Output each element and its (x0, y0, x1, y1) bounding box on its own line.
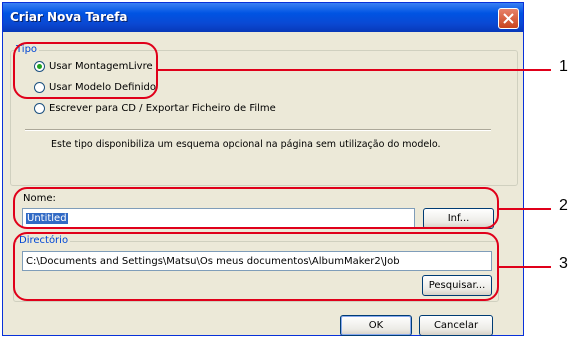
callout-box-3 (13, 232, 499, 301)
separator (25, 129, 491, 131)
ok-button[interactable]: OK (340, 315, 412, 336)
close-icon (503, 13, 514, 24)
callout-number-3: 3 (559, 255, 568, 272)
cancel-button[interactable]: Cancelar (419, 315, 493, 336)
window-title: Criar Nova Tarefa (10, 10, 128, 24)
callout-number-2: 2 (559, 197, 568, 214)
radio-circle (34, 103, 45, 114)
callout-leader-2 (498, 208, 551, 210)
close-button[interactable] (498, 8, 519, 29)
callout-box-2 (13, 187, 499, 229)
callout-box-1 (13, 42, 158, 99)
callout-number-1: 1 (559, 58, 568, 75)
radio-escrever-cd[interactable]: Escrever para CD / Exportar Ficheiro de … (34, 102, 314, 116)
callout-leader-1 (157, 69, 551, 71)
title-bar[interactable]: Criar Nova Tarefa (3, 3, 523, 32)
radio-label: Escrever para CD / Exportar Ficheiro de … (49, 103, 276, 114)
callout-leader-3 (498, 266, 551, 268)
tipo-description: Este tipo disponibiliza um esquema opcio… (51, 139, 441, 150)
